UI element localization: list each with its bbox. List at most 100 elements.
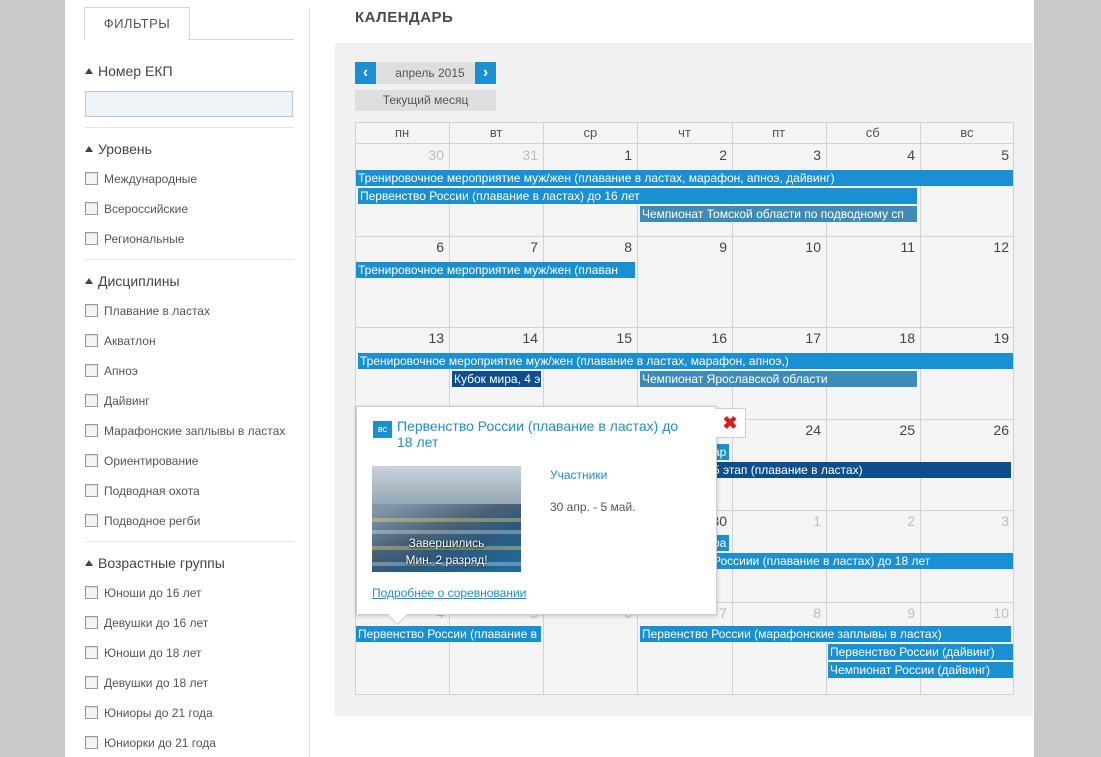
checkbox-discipline[interactable]: Подводное регби [85,513,200,529]
checkbox-age-group[interactable]: Девушки до 16 лет [85,615,208,631]
grid-row-line [355,327,1014,328]
calendar-event[interactable]: Тренировочное мероприятие муж/жен (плава… [358,353,1013,369]
day-number[interactable]: 26 [969,422,1009,438]
calendar-event[interactable]: Россиии (плавание в ластах) до 18 лет [711,553,1013,569]
calendar-event[interactable]: Тренировочное мероприятие муж/жен (плава… [356,170,1013,186]
calendar-event[interactable]: 5 этап (плавание в ластах) [711,462,1011,478]
checkbox-icon[interactable] [85,232,98,245]
checkbox-discipline[interactable]: Дайвинг [85,393,150,409]
day-number[interactable]: 11 [875,239,915,255]
checkbox-age-group[interactable]: Юниоры до 21 года [85,705,213,721]
day-number[interactable]: 12 [969,239,1009,255]
checkbox-icon[interactable] [85,676,98,689]
checkbox-icon[interactable] [85,646,98,659]
day-number[interactable]: 1 [592,147,632,163]
checkbox-age-group[interactable]: Юноши до 16 лет [85,585,202,601]
checkbox-label: Ориентирование [104,454,199,468]
collapse-triangle-icon [85,560,93,566]
calendar-event[interactable]: Чемпионат Томской области по подводному … [640,206,917,222]
calendar-event[interactable]: Первенство России (плавание в [356,626,541,642]
ekp-number-input[interactable] [85,91,293,117]
checkbox-discipline[interactable]: Акватлон [85,333,156,349]
checkbox-age-group[interactable]: Девушки до 18 лет [85,675,208,691]
prev-month-button[interactable]: ‹ [355,62,376,84]
calendar-event[interactable]: Чемпионат Ярославской области [640,371,917,387]
day-number[interactable]: 10 [781,239,821,255]
day-number[interactable]: 16 [687,330,727,346]
checkbox-icon[interactable] [85,364,98,377]
section-level[interactable]: Уровень [85,141,152,157]
day-number[interactable]: 4 [875,147,915,163]
popup-close-button[interactable]: ✖ [715,408,746,438]
checkbox-discipline[interactable]: Ориентирование [85,453,198,469]
checkbox-icon[interactable] [85,454,98,467]
day-number[interactable]: 19 [969,330,1009,346]
day-number[interactable]: 24 [781,422,821,438]
checkbox-label: Всероссийские [104,202,189,216]
checkbox-icon[interactable] [85,616,98,629]
competition-details-link[interactable]: Подробнее о соревновании [372,586,526,600]
checkbox-age-group[interactable]: Юноши до 18 лет [85,645,202,661]
checkbox-discipline[interactable]: Марафонские заплывы в ластах [85,423,285,439]
day-number[interactable]: 2 [687,147,727,163]
day-number[interactable]: 10 [969,605,1009,621]
day-number[interactable]: 8 [592,239,632,255]
checkbox-discipline[interactable]: Плавание в ластах [85,303,210,319]
checkbox-icon[interactable] [85,514,98,527]
popup-title[interactable]: Первенство России (плавание в ластах) до… [397,418,697,450]
checkbox-icon[interactable] [85,586,98,599]
day-number[interactable]: 8 [781,605,821,621]
checkbox-level-national[interactable]: Всероссийские [85,201,188,217]
checkbox-label: Плавание в ластах [104,304,210,318]
checkbox-label: Юноши до 16 лет [104,586,202,600]
day-number[interactable]: 1 [781,513,821,529]
day-number[interactable]: 9 [875,605,915,621]
calendar-event[interactable]: Чемпионат России (дайвинг) [828,662,1013,678]
checkbox-age-group[interactable]: Юниорки до 21 года [85,735,216,751]
checkbox-icon[interactable] [85,484,98,497]
day-number[interactable]: 5 [969,147,1009,163]
checkbox-icon[interactable] [85,394,98,407]
section-disciplines[interactable]: Дисциплины [85,273,180,289]
checkbox-icon[interactable] [85,424,98,437]
checkbox-level-international[interactable]: Международные [85,171,197,187]
day-number[interactable]: 25 [875,422,915,438]
day-number[interactable]: 13 [404,330,444,346]
checkbox-icon[interactable] [85,202,98,215]
calendar-event[interactable]: Первенство России (плавание в ластах) до… [358,188,917,204]
participants-link[interactable]: Участники [550,468,607,482]
checkbox-icon[interactable] [85,304,98,317]
day-number[interactable]: 18 [875,330,915,346]
calendar-event[interactable]: Тренировочное мероприятие муж/жен (плава… [356,262,635,278]
section-age-groups[interactable]: Возрастные группы [85,555,225,571]
checkbox-icon[interactable] [85,334,98,347]
day-number[interactable]: 15 [592,330,632,346]
chevron-left-icon: ‹ [362,64,369,81]
current-month-button[interactable]: Текущий месяц [355,90,496,111]
day-number[interactable]: 14 [498,330,538,346]
calendar-event[interactable]: Кубок мира, 4 э [452,371,541,387]
checkbox-level-regional[interactable]: Региональные [85,231,184,247]
weekday-header: ср [543,122,638,144]
day-number[interactable]: 9 [687,239,727,255]
calendar-event[interactable]: Первенство России (марафонские заплывы в… [640,626,1011,642]
day-number[interactable]: 30 [404,147,444,163]
checkbox-icon[interactable] [85,172,98,185]
day-number[interactable]: 6 [404,239,444,255]
checkbox-icon[interactable] [85,706,98,719]
next-month-button[interactable]: › [475,62,496,84]
checkbox-discipline[interactable]: Апноэ [85,363,138,379]
day-number[interactable]: 17 [781,330,821,346]
checkbox-discipline[interactable]: Подводная охота [85,483,200,499]
event-dates: 30 апр. - 5 май. [550,500,636,514]
day-number[interactable]: 7 [498,239,538,255]
checkbox-icon[interactable] [85,736,98,749]
day-number[interactable]: 3 [781,147,821,163]
tab-filters[interactable]: ФИЛЬТРЫ [84,7,190,40]
calendar-event[interactable]: Первенство России (дайвинг) [828,644,1013,660]
section-ekp[interactable]: Номер ЕКП [85,63,173,79]
day-number[interactable]: 31 [498,147,538,163]
checkbox-label: Юниоры до 21 года [104,706,213,720]
day-number[interactable]: 2 [875,513,915,529]
day-number[interactable]: 3 [969,513,1009,529]
